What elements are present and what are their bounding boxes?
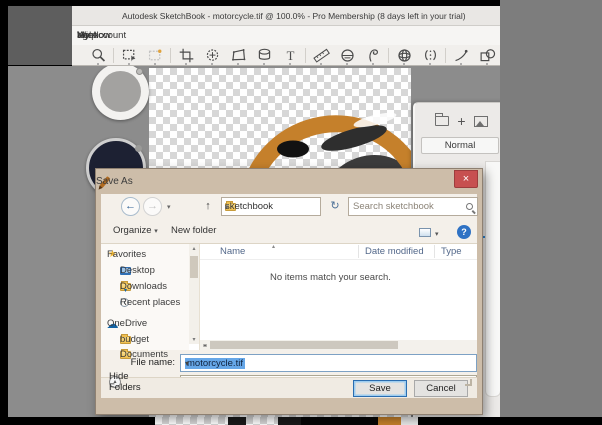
file-list: Name ▴ Date modified Type No items match… (199, 244, 477, 350)
search-placeholder: Search sketchbook (353, 201, 434, 212)
search-box[interactable]: Search sketchbook (348, 197, 478, 216)
ellipse-guide-tool-icon[interactable] (334, 45, 360, 65)
desktop-background-top-left (8, 6, 72, 65)
history-dropdown-icon[interactable]: ▾ (167, 203, 171, 211)
dialog-main-area: ★ Favorites Desktop ▾ Downloads Recent p… (101, 244, 477, 360)
organize-dropdown-icon: ▾ (154, 228, 158, 235)
layers-panel-header: + (415, 111, 500, 131)
dialog-navigation-bar: ← → ▾ ↑ ▸ sketchbook ▾ ↻ Search sketchbo… (101, 194, 478, 220)
forward-button[interactable]: → (143, 197, 162, 216)
brush-puck[interactable] (92, 66, 149, 120)
app-toolbar: T (72, 45, 500, 66)
screenshot-root: Autodesk SketchBook - motorcycle.tif @ 1… (0, 0, 602, 425)
back-button[interactable]: ← (121, 197, 140, 216)
brush-puck-surface[interactable] (100, 71, 141, 112)
column-header-date-modified[interactable]: Date modified (365, 246, 424, 257)
color-puck-hole (135, 145, 142, 152)
scrollbar-thumb[interactable] (210, 341, 398, 349)
refresh-icon[interactable]: ↻ (327, 199, 343, 215)
file-name-value[interactable]: motorcycle.tif (185, 357, 245, 369)
sidebar-group-favorites[interactable]: ★ Favorites (101, 247, 189, 262)
chevron-down-icon[interactable]: ▾ (185, 359, 189, 368)
app-menu-bar: age Window My Account Help (72, 26, 500, 45)
import-image-icon[interactable] (473, 115, 488, 127)
new-folder-button[interactable]: New folder (171, 225, 216, 236)
svg-text:T: T (286, 48, 294, 62)
scroll-down-icon[interactable]: ▾ (189, 336, 199, 343)
ruler-tool-icon[interactable] (308, 45, 334, 65)
symmetry-tool-icon[interactable] (417, 45, 443, 65)
column-header-type[interactable]: Type (441, 246, 462, 257)
organize-menu-button[interactable]: Organize ▾ (113, 225, 158, 236)
sidebar-item-desktop[interactable]: Desktop (101, 263, 189, 278)
layers-panel-scroll-area[interactable] (485, 161, 500, 397)
sidebar-group-onedrive[interactable]: ☁ OneDrive (101, 316, 189, 331)
address-dropdown-icon[interactable]: ▾ (225, 203, 229, 211)
breadcrumb-folder[interactable]: sketchbook (225, 201, 273, 212)
dialog-title: Save As (96, 176, 133, 187)
add-layer-button[interactable]: + (457, 114, 465, 128)
perspective-tool-icon[interactable] (391, 45, 417, 65)
scrollbar-thumb[interactable] (190, 256, 198, 278)
dialog-footer: ▴ Hide Folders Save Cancel (101, 371, 477, 398)
crop-tool-icon[interactable] (173, 45, 199, 65)
sort-indicator-icon: ▴ (272, 244, 276, 250)
zoom-tool-icon[interactable] (85, 45, 111, 65)
scroll-right-icon[interactable]: ▸ (200, 342, 210, 349)
sidebar-scrollbar[interactable]: ▴ ▾ (189, 244, 199, 344)
desktop-background-right (500, 0, 602, 417)
close-icon[interactable]: × (454, 170, 478, 188)
change-view-icon[interactable] (419, 228, 431, 237)
toolbar-separator (113, 47, 114, 63)
drawing-fragment (228, 417, 246, 425)
dialog-command-bar: Organize ▾ New folder ▾ ? (101, 220, 477, 244)
scroll-up-icon[interactable]: ▴ (189, 245, 199, 252)
file-name-label: File name: (130, 357, 175, 368)
file-name-input[interactable]: motorcycle.tif ▾ (180, 354, 477, 372)
app-title-bar: Autodesk SketchBook - motorcycle.tif @ 1… (72, 6, 500, 26)
view-dropdown-icon[interactable]: ▾ (435, 230, 439, 238)
horizontal-scrollbar[interactable]: ◂ ▸ (200, 340, 477, 350)
dialog-title-bar[interactable]: Save As × (96, 169, 482, 194)
distort-tool-icon[interactable] (225, 45, 251, 65)
toolbar-separator (305, 47, 306, 63)
menu-item-help[interactable]: Help (75, 30, 99, 41)
french-curve-tool-icon[interactable] (360, 45, 386, 65)
stroke-tool-icon[interactable] (448, 45, 474, 65)
toolbar-separator (170, 47, 171, 63)
layer-group-icon[interactable] (435, 113, 450, 126)
empty-list-message: No items match your search. (270, 272, 391, 283)
cancel-button[interactable]: Cancel (414, 380, 468, 397)
sidebar-item-downloads[interactable]: ▾ Downloads (101, 279, 189, 294)
help-icon[interactable]: ? (457, 225, 471, 239)
rect-select-secondary-tool-icon[interactable] (142, 45, 168, 65)
drawing-fragment (278, 417, 301, 425)
toolbar-separator (445, 47, 446, 63)
shapes-tool-icon[interactable] (474, 45, 500, 65)
toolbar-separator (388, 47, 389, 63)
dialog-body: ← → ▾ ↑ ▸ sketchbook ▾ ↻ Search sketchbo… (101, 194, 478, 393)
places-sidebar: ★ Favorites Desktop ▾ Downloads Recent p… (101, 244, 189, 360)
rect-select-tool-icon[interactable] (116, 45, 142, 65)
up-one-level-button[interactable]: ↑ (198, 198, 218, 215)
column-header-name[interactable]: Name (220, 246, 245, 257)
save-as-dialog: Save As × ← → ▾ ↑ ▸ sketchbook ▾ ↻ Searc… (95, 168, 483, 415)
search-icon (466, 203, 473, 210)
circle-select-tool-icon[interactable] (199, 45, 225, 65)
save-button[interactable]: Save (353, 380, 407, 397)
app-title: Autodesk SketchBook - motorcycle.tif @ 1… (122, 11, 466, 21)
resize-grip[interactable] (465, 379, 472, 386)
fill-tool-icon[interactable] (251, 45, 277, 65)
sidebar-item-recent-places[interactable]: Recent places (101, 295, 189, 310)
file-name-row: File name: motorcycle.tif ▾ (101, 354, 477, 372)
drawing-fragment (301, 417, 378, 425)
address-bar[interactable]: ▸ sketchbook ▾ (221, 197, 321, 216)
file-list-header: Name ▴ Date modified Type (200, 244, 477, 260)
sidebar-item-budget[interactable]: budget (101, 332, 189, 347)
blend-mode-dropdown[interactable]: Normal (421, 137, 499, 154)
brush-puck-hole (136, 68, 143, 75)
drawing-fragment (401, 417, 418, 425)
text-tool-icon[interactable]: T (277, 45, 303, 65)
drawing-fragment (378, 417, 401, 425)
